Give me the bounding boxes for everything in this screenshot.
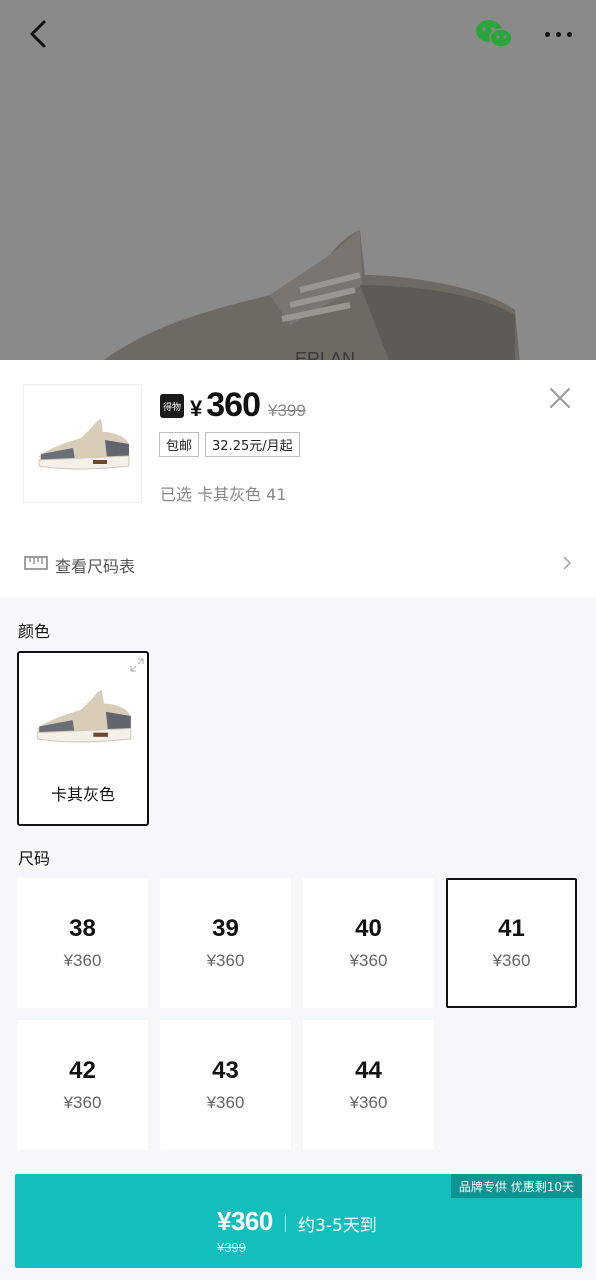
buy-price: ¥360 <box>217 1206 273 1236</box>
buy-divider <box>285 1214 286 1232</box>
currency-symbol: ¥ <box>190 396 203 421</box>
size-option-44[interactable]: 44 ¥360 <box>303 1020 434 1150</box>
selected-variant-text: 已选 卡其灰色 41 <box>160 485 287 504</box>
promo-badge: 品牌专供 优惠剩10天 <box>450 1174 582 1198</box>
size-number: 39 <box>212 915 239 942</box>
size-grid: 38 ¥360 39 ¥360 40 ¥360 41 ¥360 42 ¥360 … <box>17 878 580 1150</box>
price-row: 得物 ¥ 360 ¥399 <box>160 386 306 426</box>
shoe-thumbnail-icon <box>38 418 129 469</box>
product-thumbnail[interactable] <box>23 384 142 503</box>
size-option-42[interactable]: 42 ¥360 <box>17 1020 148 1150</box>
current-price: 360 <box>206 386 261 424</box>
size-price: ¥360 <box>349 1093 388 1112</box>
size-number: 38 <box>69 915 96 942</box>
chevron-right-icon <box>563 556 572 570</box>
close-icon[interactable] <box>548 386 572 410</box>
sku-selection-sheet: 得物 ¥ 360 ¥399 包邮 32.25元/月起 已选 卡其灰色 41 查看… <box>0 360 596 1280</box>
size-price: ¥360 <box>492 951 531 970</box>
product-image-large: ERLAN <box>101 230 520 362</box>
shoe-color-icon <box>36 690 132 743</box>
size-chart-link[interactable]: 查看尺码表 <box>0 543 596 583</box>
size-chart-label: 查看尺码表 <box>55 557 136 576</box>
tag-list: 包邮 32.25元/月起 <box>159 432 300 457</box>
delivery-estimate: 约3-5天到 <box>298 1216 377 1236</box>
free-shipping-tag: 包邮 <box>159 432 200 457</box>
installment-tag: 32.25元/月起 <box>205 432 300 457</box>
sheet-header: 得物 ¥ 360 ¥399 包邮 32.25元/月起 已选 卡其灰色 41 查看… <box>0 360 596 598</box>
size-option-41-selected[interactable]: 41 ¥360 <box>446 878 577 1008</box>
size-option-40[interactable]: 40 ¥360 <box>303 878 434 1008</box>
color-option-selected[interactable]: 卡其灰色 <box>17 651 149 826</box>
size-number: 40 <box>355 915 382 942</box>
color-option-label: 卡其灰色 <box>50 785 115 804</box>
size-option-43[interactable]: 43 ¥360 <box>160 1020 291 1150</box>
size-price: ¥360 <box>206 1093 245 1112</box>
size-price: ¥360 <box>63 951 102 970</box>
expand-icon[interactable] <box>129 657 145 673</box>
wechat-icon[interactable] <box>474 18 514 50</box>
buy-button[interactable]: 品牌专供 优惠剩10天 ¥360 约3-5天到 ¥399 <box>15 1174 582 1268</box>
size-section-label: 尺码 <box>18 849 51 868</box>
back-chevron-icon[interactable] <box>22 16 58 52</box>
size-number: 42 <box>69 1057 96 1084</box>
more-icon[interactable] <box>538 22 578 46</box>
size-price: ¥360 <box>349 951 388 970</box>
size-number: 41 <box>498 915 525 942</box>
original-price: ¥399 <box>267 401 306 420</box>
background-product-page: ERLAN <box>0 0 596 362</box>
size-price: ¥360 <box>63 1093 102 1112</box>
brand-logo-badge: 得物 <box>160 394 184 418</box>
size-price: ¥360 <box>206 951 245 970</box>
size-number: 44 <box>355 1057 382 1084</box>
buy-original-price: ¥399 <box>217 1240 246 1255</box>
size-option-38[interactable]: 38 ¥360 <box>17 878 148 1008</box>
ruler-icon <box>24 556 48 570</box>
size-number: 43 <box>212 1057 239 1084</box>
color-section-label: 颜色 <box>18 622 51 641</box>
size-option-39[interactable]: 39 ¥360 <box>160 878 291 1008</box>
